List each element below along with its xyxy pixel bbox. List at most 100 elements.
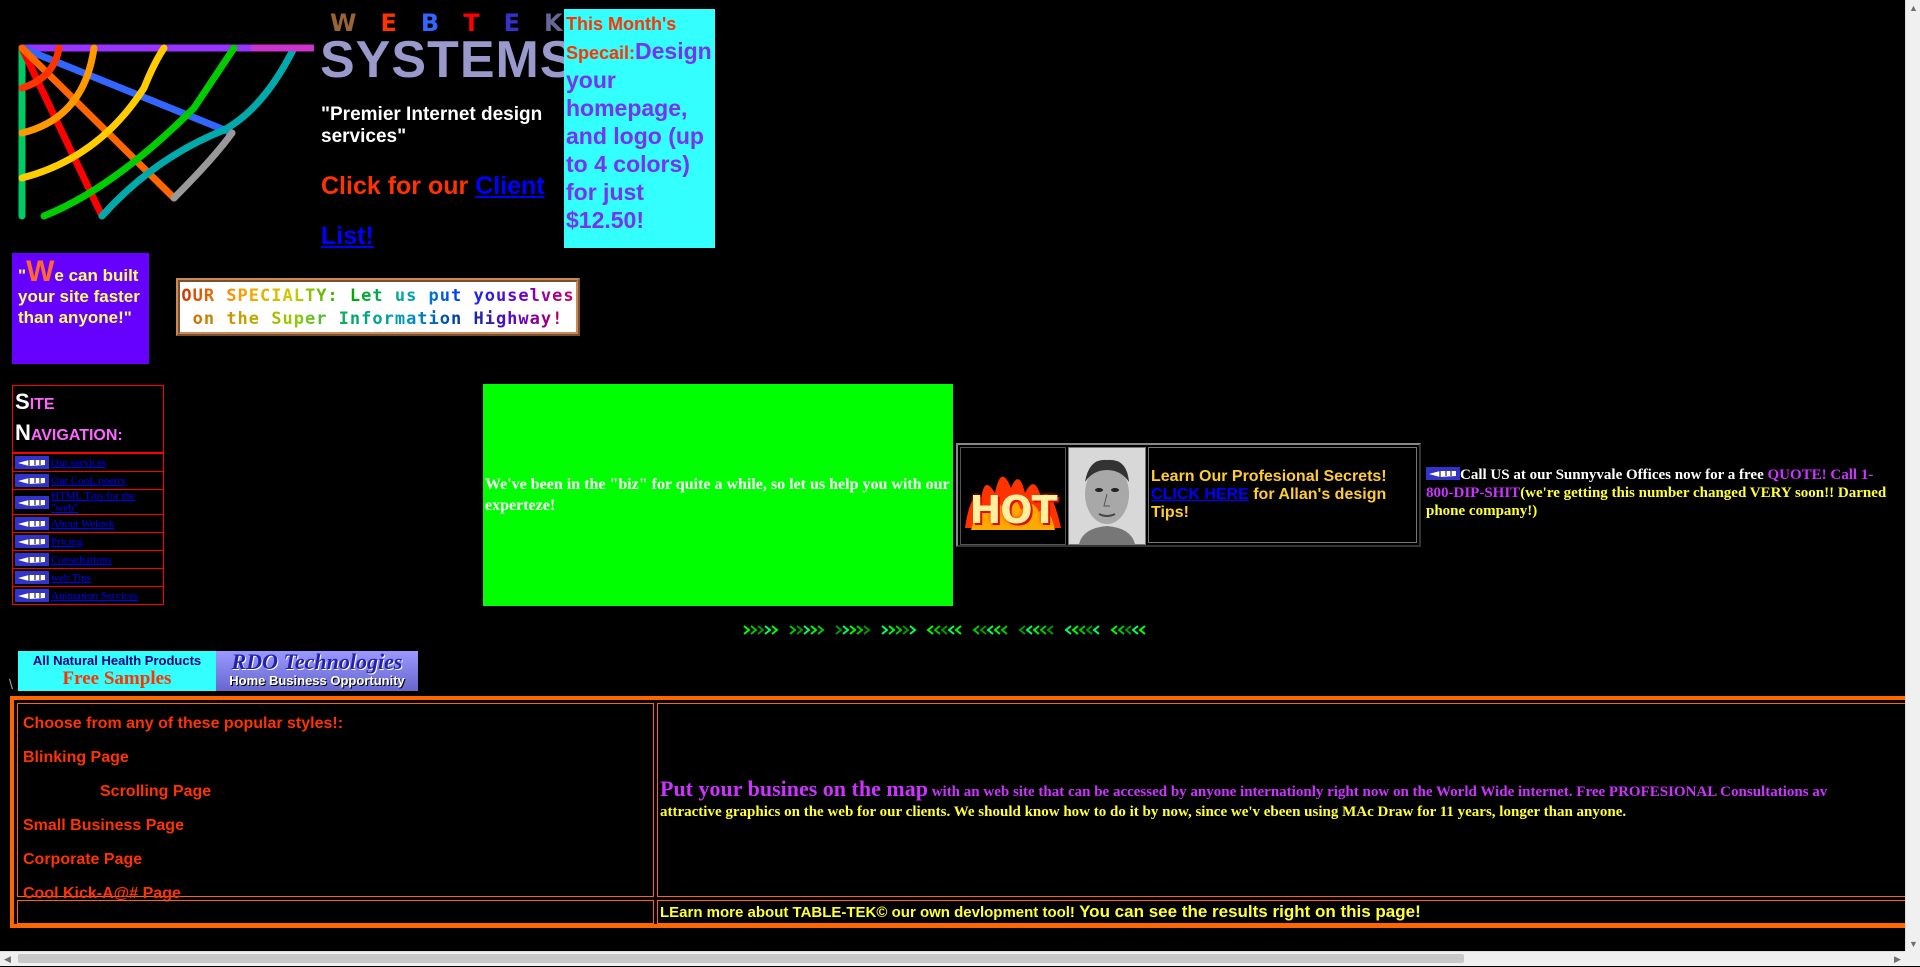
title-cap: N: [15, 420, 31, 445]
nav-link[interactable]: Our services: [51, 457, 106, 469]
arrow-chevron: [750, 625, 758, 635]
nav-link[interactable]: About Webtek: [51, 518, 114, 530]
ad-banner[interactable]: All Natural Health Products Free Samples…: [18, 651, 418, 691]
pointing-hand-icon: [15, 571, 49, 584]
arrow-chevron: [803, 625, 811, 635]
specialty-line-2: on the Super Information Highway!: [180, 308, 576, 331]
arrow-chevron: [1117, 625, 1125, 635]
pointing-hand-icon: [15, 495, 49, 509]
arrow-chevron: [902, 625, 910, 635]
arrow-chevron: [1085, 625, 1093, 635]
quote-box: "We can built your site faster than anyo…: [12, 253, 149, 364]
specialty-banner: OUR SPECIALTY: Let us put youselves on t…: [176, 278, 580, 336]
health-products-ad[interactable]: All Natural Health Products Free Samples: [18, 651, 216, 691]
nav-link[interactable]: Animation Services: [51, 590, 138, 602]
map-yellow-text: attractive graphics on the web for our c…: [660, 803, 1627, 820]
arrow-chevron: [888, 625, 896, 635]
map-magenta-text: with an web site that can be accessed by…: [927, 783, 1828, 800]
client-list-prefix: Click for our: [321, 172, 476, 200]
vertical-scrollbar[interactable]: ▲ ▼: [1905, 0, 1920, 951]
style-item: Scrolling Page: [100, 783, 212, 800]
quote-big-letter: W: [26, 255, 55, 288]
nav-item-html-tips[interactable]: HTML Tips for the "web": [13, 489, 163, 514]
arrow-chevron: [1046, 625, 1054, 635]
arrow-chevron: [940, 625, 948, 635]
arrow-chevron: [810, 625, 818, 635]
style-item: Corporate Page: [23, 851, 143, 868]
arrow-chevron: [947, 625, 955, 635]
nav-item-poetry[interactable]: Our CooL poetry: [13, 471, 163, 489]
client-list-line: Click for our Client List!: [321, 161, 551, 261]
ad-health-line: All Natural Health Products: [32, 653, 202, 668]
arrow-chevron: [1039, 625, 1047, 635]
arrow-chevron: [1018, 625, 1026, 635]
specialty-line-1: OUR SPECIALTY: Let us put youselves: [181, 286, 575, 306]
style-item: Blinking Page: [23, 749, 129, 766]
special-body: Design your homepage, and logo (up to 4 …: [566, 38, 712, 233]
nav-link[interactable]: web Tips: [51, 572, 91, 584]
monthly-special-box: This Month's Specail:Design your homepag…: [564, 9, 715, 248]
arrow-chevron: [757, 625, 765, 635]
nav-link[interactable]: Our CooL poetry: [51, 475, 126, 487]
styles-heading: Choose from any of these popular styles!…: [23, 715, 344, 732]
arrow-chevron: [1131, 625, 1139, 635]
arrow-chevron: [926, 625, 934, 635]
arrow-chevron: [789, 625, 797, 635]
arrow-chevron: [764, 625, 772, 635]
nav-item-consultations[interactable]: Consultations: [13, 550, 163, 568]
design-tips-box: HOT Learn Our Profesional Secrets! CLICK …: [956, 443, 1421, 547]
scroll-up-icon[interactable]: ▲: [1906, 0, 1920, 15]
pointing-hand-icon: [15, 517, 49, 530]
pointing-hand-icon: [15, 589, 49, 602]
nav-link[interactable]: Consultations: [51, 554, 112, 566]
scroll-left-icon[interactable]: ◀: [0, 952, 15, 967]
nav-link[interactable]: HTML Tips for the "web": [51, 490, 163, 514]
styles-table: Choose from any of these popular styles!…: [10, 696, 1920, 928]
rdo-technologies-ad[interactable]: RDO Technologies Home Business Opportuni…: [216, 651, 418, 691]
arrow-chevron: [972, 625, 980, 635]
scroll-right-icon[interactable]: ▶: [1890, 952, 1905, 967]
tagline: "Premier Internet design services": [321, 104, 543, 147]
arrow-chevron: [986, 625, 994, 635]
stray-backslash: \: [9, 676, 13, 692]
spider-web-logo: [18, 44, 314, 220]
nav-item-pricing[interactable]: Pricing: [13, 532, 163, 550]
arrow-chevron: [1124, 625, 1132, 635]
title-cap: S: [15, 389, 30, 414]
arrow-chevron: [1110, 625, 1118, 635]
pointing-hand-icon: [15, 474, 49, 487]
design-tips-text: Learn Our Profesional Secrets! CLICK HERE…: [1148, 447, 1417, 543]
arrow-chevron: [842, 625, 850, 635]
nav-item-animation[interactable]: Animation Services: [13, 586, 163, 604]
ad-free-samples: Free Samples: [62, 668, 172, 689]
portrait-photo: [1069, 448, 1145, 544]
pointing-hand-icon: [1426, 467, 1460, 480]
arrow-chevron: [909, 625, 917, 635]
arrow-chevron: [743, 625, 751, 635]
hot-flames-image: HOT: [960, 447, 1066, 545]
arrow-chevron: [954, 625, 962, 635]
empty-cell: [17, 900, 654, 924]
styles-cell: Choose from any of these popular styles!…: [17, 703, 654, 902]
scroll-down-icon[interactable]: ▼: [1906, 936, 1920, 951]
arrow-chevron: [1032, 625, 1040, 635]
arrow-chevron: [1071, 625, 1079, 635]
title-rest: ITE: [29, 396, 55, 413]
nav-item-about[interactable]: About Webtek: [13, 514, 163, 532]
arrow-chevron: [993, 625, 1001, 635]
arrow-chevron: [863, 625, 871, 635]
arrow-chevron: [1138, 625, 1146, 635]
nav-link[interactable]: Pricing: [51, 536, 83, 548]
click-here-link[interactable]: CLICK HERE: [1151, 486, 1249, 503]
site-navigation: SITE NAVIGATION: Our services Our CooL p…: [12, 385, 164, 605]
allan-portrait: [1068, 447, 1146, 545]
scrollbar-corner: [1905, 951, 1920, 966]
business-map-cell: Put your busines on the map with an web …: [657, 703, 1920, 897]
ad-home-business: Home Business Opportunity: [229, 673, 405, 688]
horizontal-scroll-thumb[interactable]: [18, 954, 1464, 963]
nav-item-web-tips[interactable]: web Tips: [13, 568, 163, 586]
arrow-chevron: [817, 625, 825, 635]
systems-title: SYSTEMS: [320, 31, 576, 89]
nav-item-services[interactable]: Our services: [13, 453, 163, 471]
arrow-chevron: [849, 625, 857, 635]
